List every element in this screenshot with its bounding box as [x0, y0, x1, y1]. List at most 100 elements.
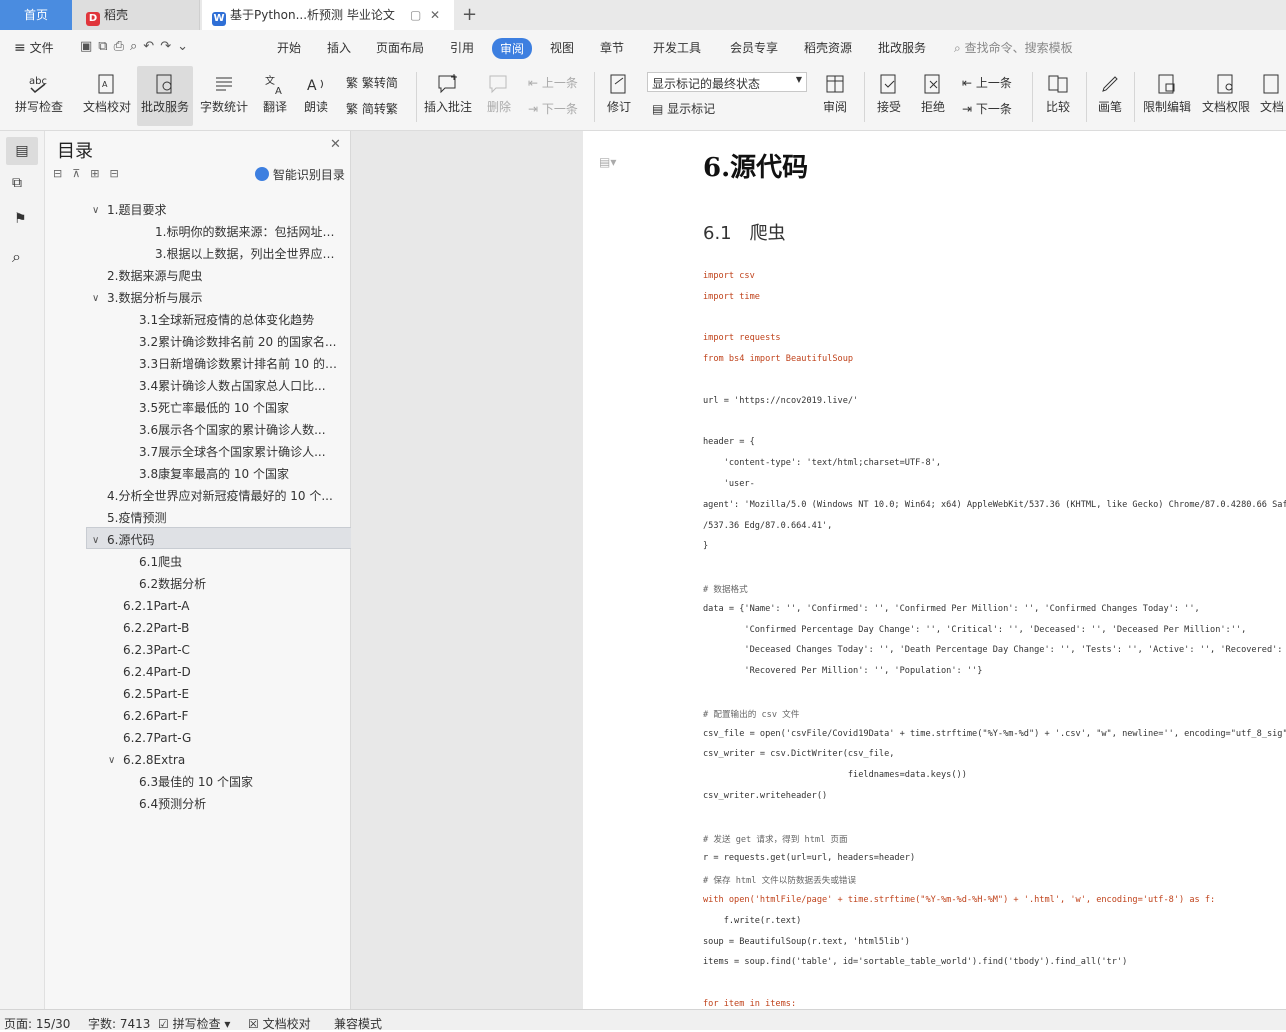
next-comment-button[interactable]: ⇥ 下一条	[528, 100, 578, 117]
doc-more-button[interactable]: 文档	[1258, 66, 1286, 126]
tab-home[interactable]: 首页	[0, 0, 72, 30]
simp-to-trad-button[interactable]: 繁 简转繁	[346, 100, 398, 117]
toc-item[interactable]: 3.1全球新冠疫情的总体变化趋势	[139, 312, 337, 328]
tab-document[interactable]: W 基于Python...析预测 毕业论文 ▢ ✕	[202, 0, 454, 30]
toc-item[interactable]: 3.2累计确诊数排名前 20 的国家名...	[139, 334, 337, 350]
code-line[interactable]: 'Recovered Per Million': '', 'Population…	[703, 666, 982, 676]
menu-correction[interactable]: 批改服务	[878, 39, 926, 56]
toc-item[interactable]: 6.2.4Part-D	[123, 664, 337, 680]
save-icon[interactable]: ▣	[80, 39, 98, 54]
toc-item[interactable]: 6.2.8Extra	[123, 752, 337, 768]
word-count-button[interactable]: 字数统计	[198, 66, 250, 126]
toc-item[interactable]: 6.1爬虫	[139, 554, 337, 570]
reject-button[interactable]: 拒绝	[914, 66, 952, 126]
chevron-down-icon[interactable]: ∨	[108, 755, 115, 766]
chevron-down-icon[interactable]: ∨	[92, 535, 99, 546]
show-markup-button[interactable]: ▤ 显示标记	[652, 100, 715, 117]
code-line[interactable]: soup = BeautifulSoup(r.text, 'html5lib')	[703, 937, 910, 947]
toc-item[interactable]: 1.题目要求	[107, 202, 347, 218]
toc-item[interactable]: 4.分析全世界应对新冠疫情最好的 10 个...	[107, 488, 347, 504]
toc-item[interactable]: 1.标明你的数据来源：包括网址，...	[155, 224, 337, 240]
code-line[interactable]: import csv	[703, 271, 755, 281]
new-tab-icon[interactable]: +	[462, 0, 477, 30]
add-item-icon[interactable]: ⊞	[90, 167, 109, 180]
smart-toc-button[interactable]: 智能识别目录	[255, 166, 345, 183]
doc-proof-button[interactable]: A 文档校对	[78, 66, 136, 126]
code-line[interactable]: 'Deceased Changes Today': '', 'Death Per…	[703, 645, 1286, 655]
redo-icon[interactable]: ↷	[160, 39, 177, 54]
code-line[interactable]: }	[703, 541, 708, 551]
toc-pane-icon[interactable]: ▤	[6, 137, 38, 165]
pen-button[interactable]: 画笔	[1092, 66, 1128, 126]
export-icon[interactable]: ⧉	[98, 39, 113, 54]
code-line[interactable]: csv_writer.writeheader()	[703, 791, 827, 801]
toc-item[interactable]: 3.7展示全球各个国家累计确诊人...	[139, 444, 337, 460]
code-line[interactable]: import requests	[703, 333, 781, 343]
word-count-indicator[interactable]: 字数: 7413	[88, 1015, 150, 1032]
delete-comment-button[interactable]: 删除	[480, 66, 518, 126]
code-line[interactable]: 'Confirmed Percentage Day Change': '', '…	[703, 625, 1246, 635]
code-line[interactable]: for item in items:	[703, 999, 796, 1009]
paragraph-marker-icon[interactable]: ▤▾	[599, 155, 616, 169]
read-aloud-button[interactable]: A 朗读	[298, 66, 334, 126]
toc-item[interactable]: 6.2.1Part-A	[123, 598, 337, 614]
compare-button[interactable]: 比较	[1038, 66, 1078, 126]
code-line[interactable]: import time	[703, 292, 760, 302]
revise-button[interactable]: 修订	[600, 66, 638, 126]
insert-comment-button[interactable]: 插入批注	[422, 66, 474, 126]
code-line[interactable]: with open('htmlFile/page' + time.strftim…	[703, 895, 1215, 905]
prev-change-button[interactable]: ⇤ 上一条	[962, 74, 1012, 91]
toc-item[interactable]: 6.2.6Part-F	[123, 708, 337, 724]
menu-daoke-resources[interactable]: 稻壳资源	[804, 39, 852, 56]
code-line[interactable]: csv_writer = csv.DictWriter(csv_file,	[703, 749, 894, 759]
menu-layout[interactable]: 页面布局	[376, 39, 424, 56]
remove-item-icon[interactable]: ⊟	[110, 167, 129, 180]
file-menu[interactable]: ≡ 文件	[14, 39, 54, 56]
toc-item[interactable]: 2.数据来源与爬虫	[107, 268, 347, 284]
code-line[interactable]: /537.36 Edg/87.0.664.41',	[703, 521, 832, 531]
menu-references[interactable]: 引用	[450, 39, 474, 56]
toc-item[interactable]: 6.2.2Part-B	[123, 620, 337, 636]
tab-daoke[interactable]: D 稻壳	[72, 0, 200, 30]
heading-2[interactable]: 6.1 爬虫	[703, 219, 786, 245]
chapter-nav-icon[interactable]: ⧉	[12, 175, 22, 191]
translate-button[interactable]: 文A 翻译	[256, 66, 294, 126]
menu-start[interactable]: 开始	[277, 39, 301, 56]
code-line[interactable]: header = {	[703, 437, 755, 447]
toc-item[interactable]: 6.2.3Part-C	[123, 642, 337, 658]
undo-icon[interactable]: ↶	[143, 39, 160, 54]
menu-view[interactable]: 视图	[550, 39, 574, 56]
doc-permission-button[interactable]: 文档权限	[1198, 66, 1254, 126]
chevron-down-icon[interactable]: ∨	[92, 205, 99, 216]
prev-comment-button[interactable]: ⇤ 上一条	[528, 74, 578, 91]
expand-up-icon[interactable]: ⊼	[72, 167, 90, 180]
code-line[interactable]: from bs4 import BeautifulSoup	[703, 354, 853, 364]
code-line[interactable]: # 配置输出的 csv 文件	[703, 708, 799, 720]
close-icon[interactable]: ✕	[330, 137, 341, 152]
code-line[interactable]: csv_file = open('csvFile/Covid19Data' + …	[703, 729, 1286, 739]
correction-service-button[interactable]: 批改服务	[137, 66, 193, 126]
code-line[interactable]: agent': 'Mozilla/5.0 (Windows NT 10.0; W…	[703, 500, 1286, 510]
document-page[interactable]: ▤▾ 6.源代码 6.1 爬虫 import csv import time imp…	[583, 131, 1286, 1009]
quick-access-toolbar[interactable]: ▣⧉⎙⌕↶↷⌄	[80, 39, 194, 54]
bookmark-icon[interactable]: ⚑	[14, 211, 27, 227]
spell-check-status[interactable]: ☑ 拼写检查 ▾	[158, 1015, 230, 1032]
page-indicator[interactable]: 页面: 15/30	[4, 1015, 70, 1032]
toc-item[interactable]: 6.2.5Part-E	[123, 686, 337, 702]
menu-insert[interactable]: 插入	[327, 39, 351, 56]
toc-item[interactable]: 3.4累计确诊人数占国家总人口比...	[139, 378, 337, 394]
trad-to-simp-button[interactable]: 繁 繁转简	[346, 74, 398, 91]
menu-review[interactable]: 审阅	[492, 38, 533, 59]
print-preview-icon[interactable]: ⌕	[130, 39, 143, 54]
pin-icon[interactable]: ▢	[410, 0, 421, 30]
code-line[interactable]: 'user-	[703, 479, 755, 489]
spell-check-button[interactable]: abc 拼写检查	[8, 66, 70, 126]
menu-dev-tools[interactable]: 开发工具	[653, 39, 701, 56]
menu-member[interactable]: 会员专享	[730, 39, 778, 56]
code-line[interactable]: url = 'https://ncov2019.live/'	[703, 396, 858, 406]
toc-item[interactable]: 5.疫情预测	[107, 510, 347, 526]
chevron-down-icon[interactable]: ∨	[92, 293, 99, 304]
code-line[interactable]: data = {'Name': '', 'Confirmed': '', 'Co…	[703, 604, 1200, 614]
code-line[interactable]: 'content-type': 'text/html;charset=UTF-8…	[703, 458, 941, 468]
toc-item-selected[interactable]: 6.源代码	[107, 532, 347, 548]
